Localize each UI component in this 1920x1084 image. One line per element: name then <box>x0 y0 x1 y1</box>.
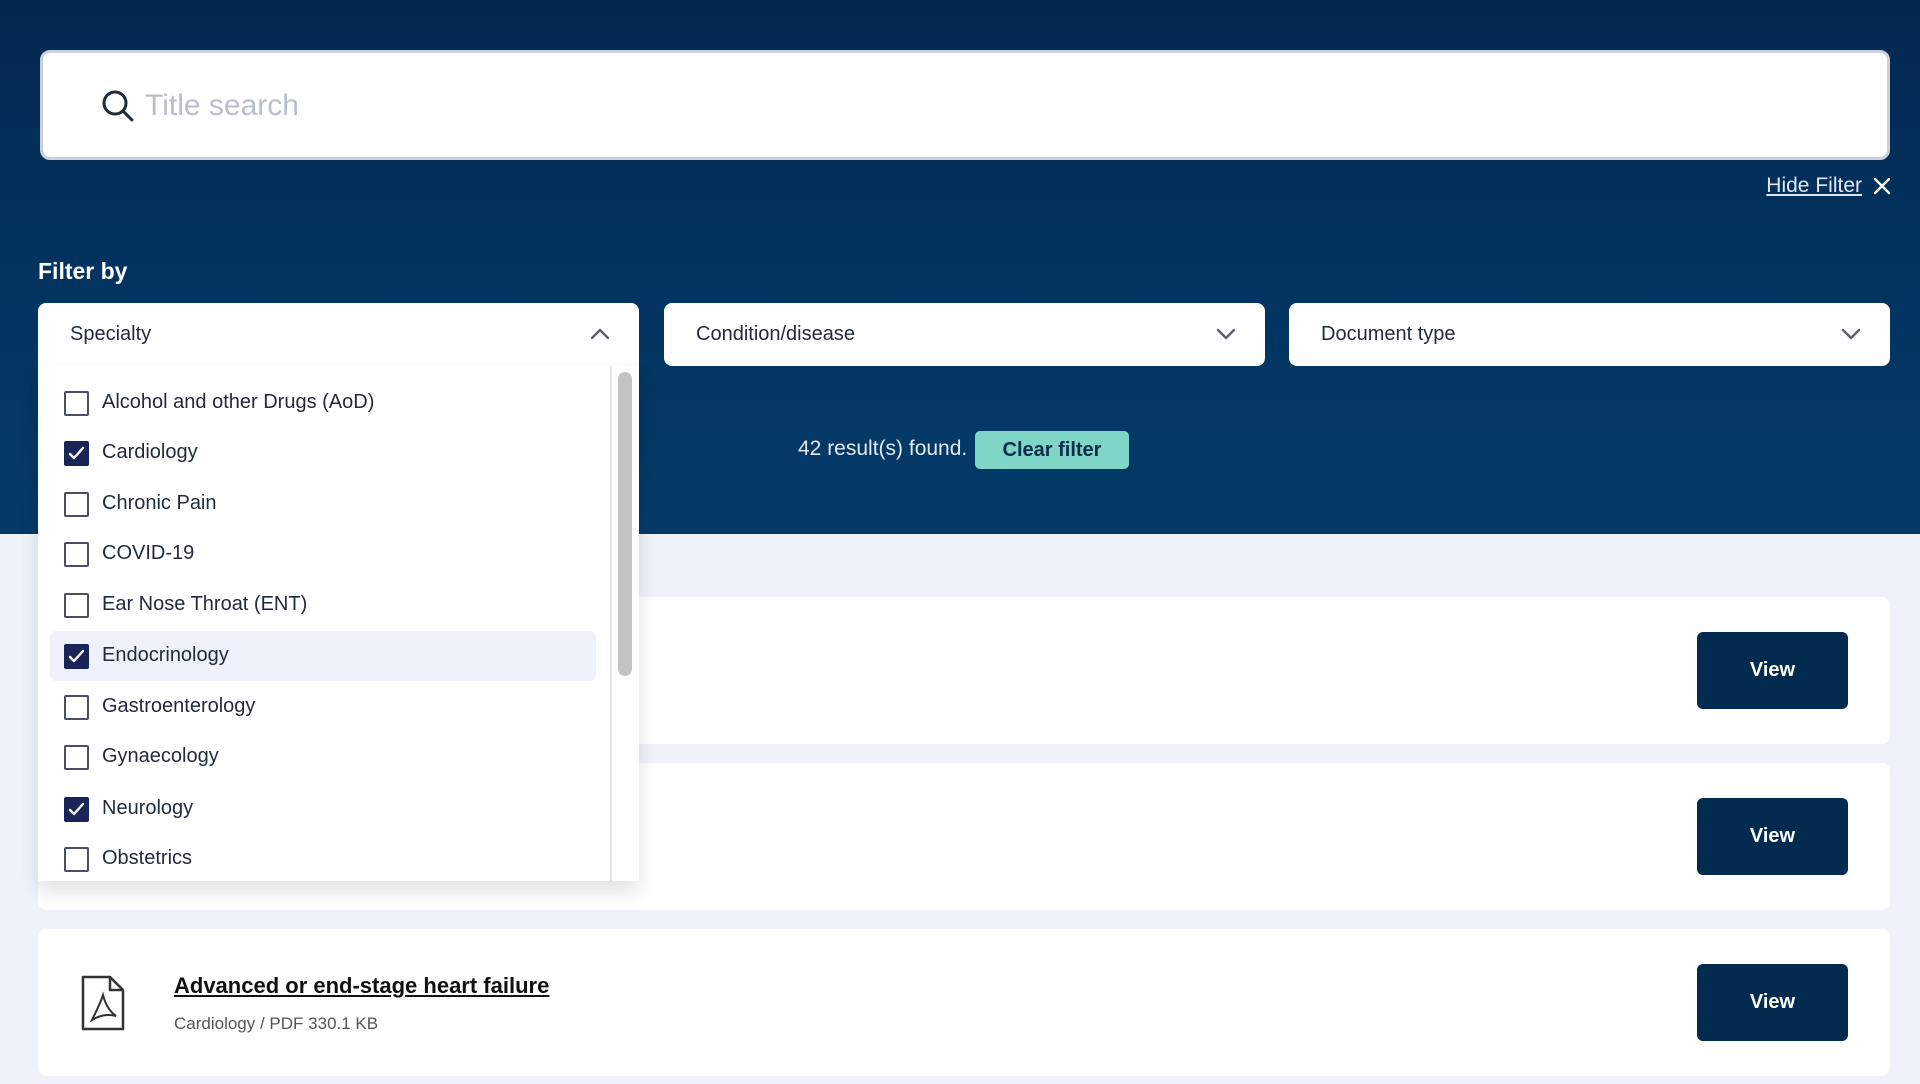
search-box[interactable] <box>40 50 1890 160</box>
option-covid-19[interactable]: COVID-19 <box>50 529 596 579</box>
specialty-dropdown[interactable]: Specialty <box>38 303 639 366</box>
check-icon <box>68 802 85 816</box>
specialty-dropdown-label: Specialty <box>70 323 152 345</box>
option-label: Neurology <box>102 797 194 819</box>
checkbox-checked[interactable] <box>64 441 89 466</box>
checkbox[interactable] <box>64 695 89 720</box>
scrollbar-thumb[interactable] <box>618 372 632 676</box>
chevron-down-icon <box>1841 328 1861 340</box>
option-neurology[interactable]: Neurology <box>50 784 596 834</box>
result-card: Advanced or end-stage heart failure Card… <box>38 929 1890 1076</box>
document-meta: Cardiology / PDF 330.1 KB <box>174 1014 379 1033</box>
check-icon <box>68 649 85 663</box>
option-ent[interactable]: Ear Nose Throat (ENT) <box>50 580 596 630</box>
filter-heading: Filter by <box>38 258 128 284</box>
check-icon <box>68 446 85 460</box>
option-gastroenterology[interactable]: Gastroenterology <box>50 682 596 732</box>
option-label: Obstetrics <box>102 847 193 869</box>
option-endocrinology[interactable]: Endocrinology <box>50 631 596 681</box>
option-label: Gastroenterology <box>102 695 256 717</box>
option-label: Chronic Pain <box>102 492 217 514</box>
checkbox[interactable] <box>64 593 89 618</box>
option-alcohol-drugs[interactable]: Alcohol and other Drugs (AoD) <box>50 378 596 428</box>
condition-dropdown-label: Condition/disease <box>696 323 855 345</box>
option-label: Ear Nose Throat (ENT) <box>102 593 308 615</box>
option-label: Cardiology <box>102 441 198 463</box>
document-title-link[interactable]: Advanced or end-stage heart failure <box>174 973 549 999</box>
checkbox[interactable] <box>64 847 89 872</box>
option-label: Gynaecology <box>102 745 219 767</box>
checkbox[interactable] <box>64 745 89 770</box>
option-obstetrics[interactable]: Obstetrics <box>50 834 596 881</box>
view-button[interactable]: View <box>1697 798 1848 875</box>
search-input[interactable] <box>145 79 1845 133</box>
option-label: Alcohol and other Drugs (AoD) <box>102 391 375 413</box>
option-label: COVID-19 <box>102 542 195 564</box>
search-icon <box>102 90 134 122</box>
document-type-dropdown-label: Document type <box>1321 323 1456 345</box>
panel-divider <box>610 366 612 881</box>
checkbox-checked[interactable] <box>64 797 89 822</box>
specialty-options-panel[interactable]: Alcohol and other Drugs (AoD) Cardiology… <box>38 366 639 881</box>
pdf-file-icon <box>81 975 125 1031</box>
option-chronic-pain[interactable]: Chronic Pain <box>50 479 596 529</box>
document-type-dropdown[interactable]: Document type <box>1289 303 1890 366</box>
condition-dropdown[interactable]: Condition/disease <box>664 303 1265 366</box>
checkbox[interactable] <box>64 542 89 567</box>
close-icon[interactable] <box>1871 175 1893 197</box>
clear-filter-button[interactable]: Clear filter <box>975 431 1129 469</box>
results-count: 42 result(s) found. <box>798 437 968 460</box>
option-cardiology[interactable]: Cardiology <box>50 428 596 478</box>
checkbox[interactable] <box>64 492 89 517</box>
chevron-up-icon <box>590 328 610 340</box>
checkbox[interactable] <box>64 391 89 416</box>
hide-filter-link[interactable]: Hide Filter <box>1766 174 1862 198</box>
view-button[interactable]: View <box>1697 632 1848 709</box>
option-label: Endocrinology <box>102 644 229 666</box>
checkbox-checked[interactable] <box>64 644 89 669</box>
chevron-down-icon <box>1216 328 1236 340</box>
option-gynaecology[interactable]: Gynaecology <box>50 732 596 782</box>
view-button[interactable]: View <box>1697 964 1848 1041</box>
